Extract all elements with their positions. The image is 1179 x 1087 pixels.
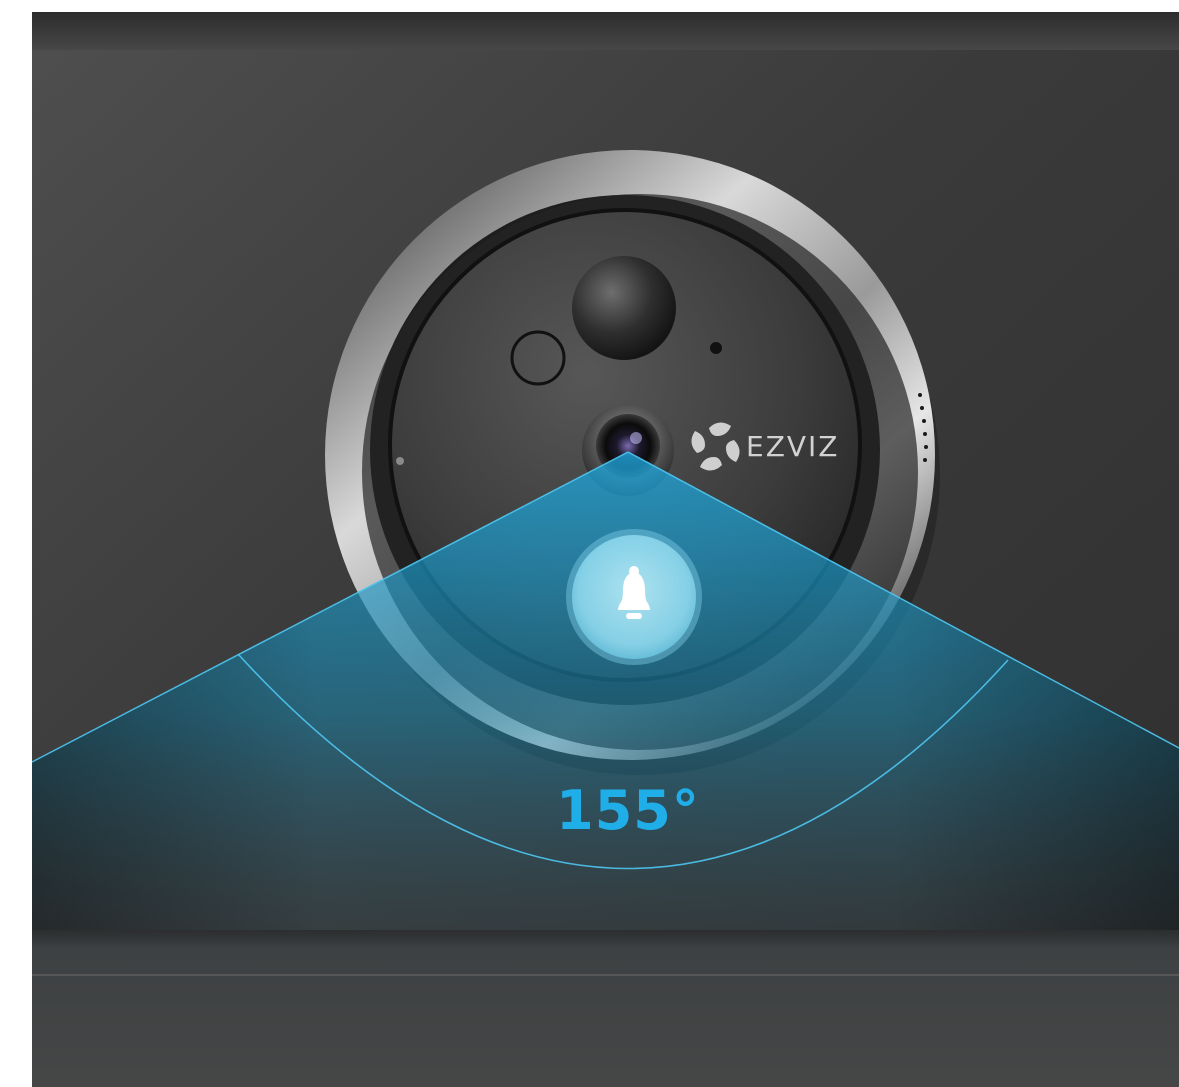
status-light bbox=[396, 457, 404, 465]
doorbell-scene: EZVIZ 155° bbox=[0, 0, 1179, 1087]
wall-bottom-band bbox=[32, 930, 1179, 1087]
white-top-margin bbox=[0, 0, 1179, 12]
brand-name: EZVIZ bbox=[746, 430, 839, 463]
field-of-view-angle: 155° bbox=[556, 779, 700, 842]
pir-sensor bbox=[572, 256, 676, 360]
white-left-margin bbox=[0, 0, 32, 1087]
camera-lens-glint bbox=[630, 432, 642, 444]
doorbell-button bbox=[566, 529, 702, 665]
microphone-hole bbox=[710, 342, 722, 354]
wall-top-band bbox=[32, 12, 1179, 50]
